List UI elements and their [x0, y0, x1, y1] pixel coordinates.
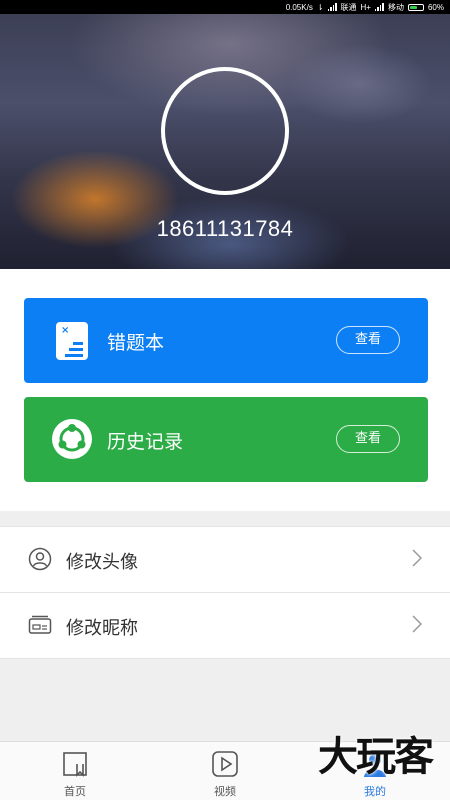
- video-play-icon: [212, 751, 238, 777]
- wrong-book-title: 错题本: [107, 332, 165, 354]
- settings-list: 修改头像 修改昵称: [0, 526, 450, 659]
- network-type: H+: [360, 2, 371, 12]
- profile-header: 18611131784: [0, 14, 450, 269]
- tab-home[interactable]: 首页: [25, 742, 125, 800]
- bottom-nav: 首页 视频 我的 大玩客: [0, 734, 450, 800]
- history-title: 历史记录: [107, 431, 184, 453]
- list-item-label: 修改头像: [66, 552, 138, 573]
- battery-fill: [409, 5, 417, 9]
- battery-percent: 60%: [427, 2, 444, 12]
- history-icon: [52, 419, 92, 459]
- network-speed: 0.05K/s: [285, 2, 313, 12]
- user-avatar-icon: [28, 547, 52, 571]
- signal-icon-2: [374, 3, 384, 11]
- wrong-book-view-button[interactable]: 查看: [336, 326, 400, 354]
- bluetooth-icon: ⇂: [316, 2, 324, 12]
- watermark-logo: 大玩客: [318, 734, 434, 780]
- wrong-book-card[interactable]: × 错题本 查看: [24, 298, 428, 383]
- history-view-button[interactable]: 查看: [336, 425, 400, 453]
- avatar[interactable]: [161, 67, 289, 195]
- tab-label: 我的: [364, 785, 386, 798]
- home-book-icon: [63, 752, 87, 777]
- id-card-icon: [28, 615, 52, 634]
- tab-label: 首页: [64, 785, 86, 798]
- carrier-2: 移动: [387, 2, 404, 12]
- feature-cards: × 错题本 查看 历史记录 查看: [0, 269, 450, 511]
- status-bar: 0.05K/s ⇂ 联通 H+ 移动 60%: [0, 0, 450, 14]
- tab-label: 视频: [214, 785, 236, 798]
- list-item-change-avatar[interactable]: 修改头像: [0, 527, 450, 593]
- battery-icon: [407, 3, 424, 11]
- signal-icon: [327, 3, 337, 11]
- list-item-label: 修改昵称: [66, 618, 138, 639]
- user-phone-number: 18611131784: [156, 216, 294, 241]
- wrong-book-icon: ×: [56, 322, 88, 360]
- tab-video[interactable]: 视频: [175, 742, 275, 800]
- history-card[interactable]: 历史记录 查看: [24, 397, 428, 482]
- list-item-change-nickname[interactable]: 修改昵称: [0, 593, 450, 659]
- carrier-1: 联通: [340, 2, 357, 12]
- chevron-right-icon: [412, 615, 422, 633]
- chevron-right-icon: [412, 549, 422, 567]
